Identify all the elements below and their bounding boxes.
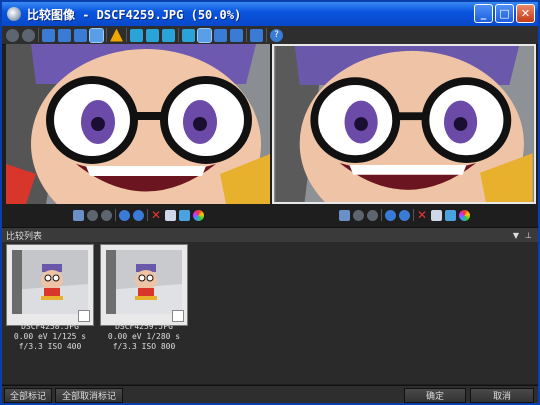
thumbnail-caption: DSCF4259.JPG 0.00 eV 1/280 s f/3.3 ISO 8…	[98, 322, 190, 352]
compare-list-title: 比较列表	[6, 231, 43, 242]
toolbar-separator	[126, 28, 127, 42]
compare-icon[interactable]	[197, 27, 212, 43]
exposure-info: 0.00 eV 1/280 s	[107, 332, 181, 341]
delete-icon[interactable]: ✕	[417, 209, 428, 221]
left-pane-toolbar: ✕	[6, 207, 270, 223]
right-photo	[275, 46, 533, 202]
right-image-pane[interactable]	[272, 44, 536, 204]
pane-separator	[380, 209, 382, 221]
pin-icon[interactable]: ⊥	[525, 231, 532, 240]
zoom-out-icon[interactable]	[58, 28, 71, 42]
toolbar-separator	[38, 28, 39, 42]
zoom-menu-icon[interactable]	[74, 28, 87, 42]
pane-separator	[114, 209, 116, 221]
aperture-iso-info: f/3.3 ISO 800	[112, 342, 176, 351]
zoom-in-icon[interactable]	[384, 209, 396, 221]
color-icon[interactable]	[192, 209, 204, 221]
copy-icon[interactable]	[214, 28, 227, 42]
next-icon[interactable]	[100, 209, 112, 221]
thumbnail-image	[12, 250, 88, 314]
exposure-info: 0.00 eV 1/125 s	[13, 332, 87, 341]
window-controls: _ □ ✕	[474, 4, 535, 23]
help-icon[interactable]: ?	[270, 28, 283, 42]
pane-separator	[412, 209, 414, 221]
maximize-button[interactable]: □	[495, 4, 514, 23]
pane-separator	[146, 209, 148, 221]
unmark-all-button[interactable]: 全部取消标记	[55, 388, 123, 403]
ok-button[interactable]: 确定	[404, 388, 466, 403]
clipboard-icon[interactable]	[178, 209, 190, 221]
minimize-button[interactable]: _	[474, 4, 493, 23]
dropdown-icon[interactable]: ▼	[513, 231, 519, 240]
forward-icon[interactable]	[22, 28, 35, 42]
zoom-in-icon[interactable]	[118, 209, 130, 221]
toolbar: ?	[2, 26, 538, 45]
paste-icon[interactable]	[230, 28, 243, 42]
app-icon	[7, 7, 21, 21]
clipboard-icon[interactable]	[444, 209, 456, 221]
compare-list-header: 比较列表 ▼ ⊥	[2, 227, 538, 242]
grid-icon[interactable]	[164, 209, 176, 221]
grid-icon[interactable]	[430, 209, 442, 221]
header-controls: ▼ ⊥	[513, 231, 532, 240]
zoom-in-icon[interactable]	[42, 28, 55, 42]
save-icon[interactable]	[338, 209, 350, 221]
fit-icon[interactable]	[89, 27, 104, 43]
file-name: DSCF4259.JPG	[115, 322, 173, 331]
next-icon[interactable]	[366, 209, 378, 221]
thumbnail[interactable]	[100, 244, 188, 326]
zoom-out-icon[interactable]	[132, 209, 144, 221]
back-icon[interactable]	[6, 28, 19, 42]
mark-all-button[interactable]: 全部标记	[4, 388, 52, 403]
prev-icon[interactable]	[86, 209, 98, 221]
left-photo	[6, 44, 270, 204]
thumbnail-checkbox[interactable]	[172, 310, 184, 322]
compare-list: DSCF4258.JPG 0.00 eV 1/125 s f/3.3 ISO 4…	[2, 242, 538, 384]
cancel-button[interactable]: 取消	[470, 388, 534, 403]
thumbnail-image	[106, 250, 182, 314]
window-title: 比较图像 - DSCF4259.JPG (50.0%)	[27, 7, 242, 22]
prev-icon[interactable]	[352, 209, 364, 221]
aperture-iso-info: f/3.3 ISO 400	[18, 342, 82, 351]
save-icon[interactable]	[72, 209, 84, 221]
right-pane-toolbar: ✕	[272, 207, 536, 223]
warning-icon[interactable]	[110, 28, 123, 42]
color-icon[interactable]	[458, 209, 470, 221]
toolbar-separator	[106, 28, 107, 42]
compare-images-window: 比较图像 - DSCF4259.JPG (50.0%) _ □ ✕ ? ✕ ✕ …	[0, 0, 540, 405]
file-name: DSCF4258.JPG	[21, 322, 79, 331]
title-bar: 比较图像 - DSCF4259.JPG (50.0%) _ □ ✕	[2, 2, 538, 26]
thumbnail[interactable]	[6, 244, 94, 326]
thumbnail-checkbox[interactable]	[78, 310, 90, 322]
thumbnail-caption: DSCF4258.JPG 0.00 eV 1/125 s f/3.3 ISO 4…	[4, 322, 96, 352]
delete-icon[interactable]: ✕	[151, 209, 162, 221]
bottom-bar: 全部标记 全部取消标记 确定 取消	[2, 385, 538, 403]
sync-view-icon[interactable]	[182, 28, 195, 42]
single-view-icon[interactable]	[130, 28, 143, 42]
close-button[interactable]: ✕	[516, 4, 535, 23]
left-image-pane[interactable]	[6, 44, 270, 204]
toolbar-separator	[178, 28, 179, 42]
toolbar-separator	[266, 28, 267, 42]
info-icon[interactable]	[162, 28, 175, 42]
rating-icon[interactable]	[146, 28, 159, 42]
fullscreen-icon[interactable]	[250, 28, 263, 42]
zoom-out-icon[interactable]	[398, 209, 410, 221]
toolbar-separator	[246, 28, 247, 42]
